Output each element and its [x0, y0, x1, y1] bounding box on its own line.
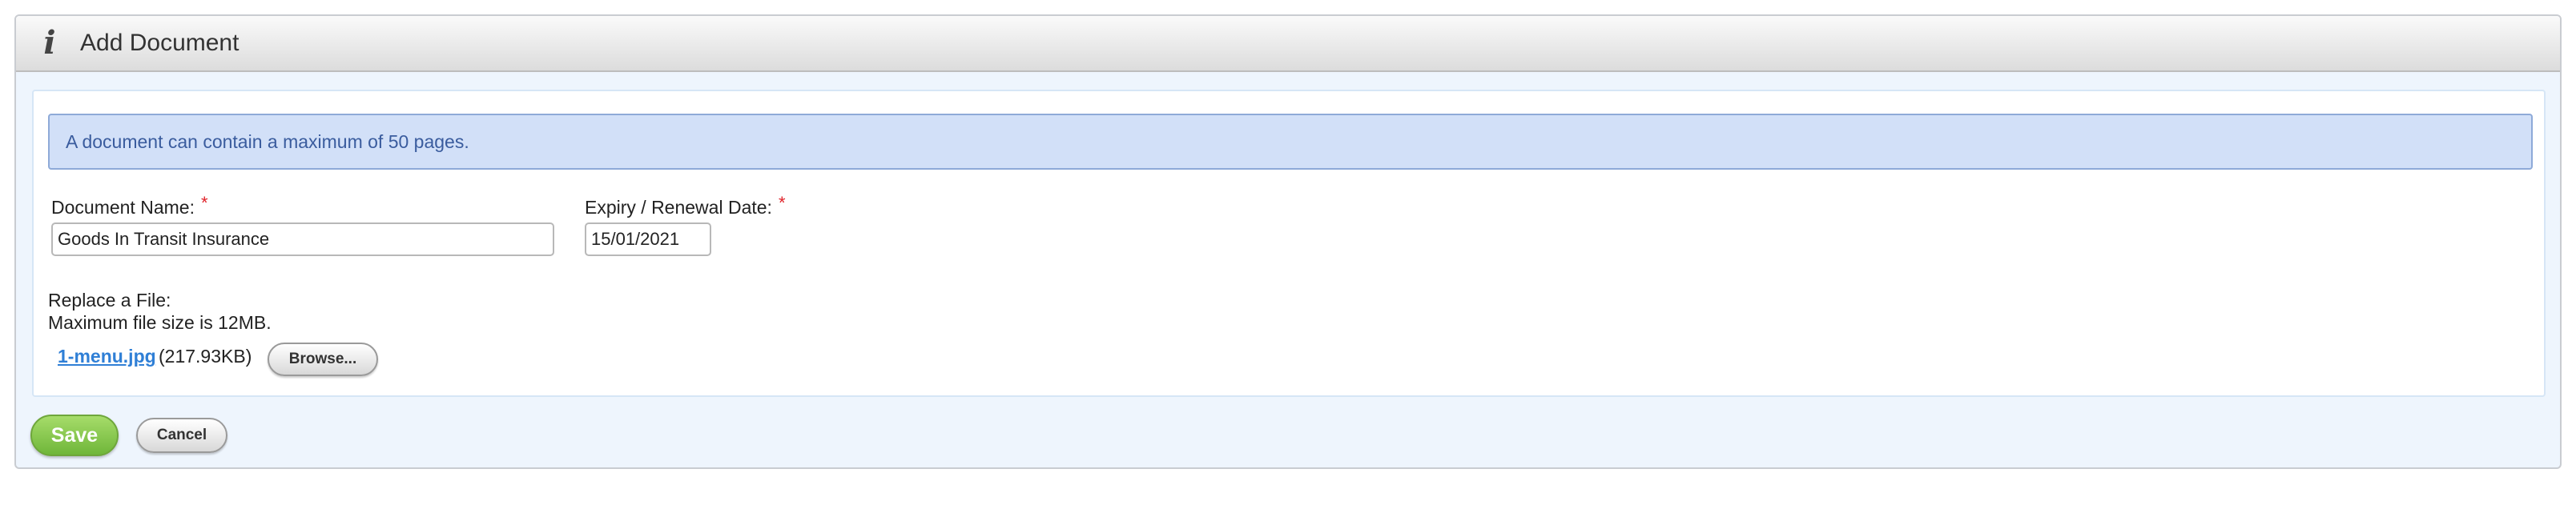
- browse-button[interactable]: Browse...: [268, 343, 378, 376]
- form-container: A document can contain a maximum of 50 p…: [32, 90, 2546, 397]
- max-file-size-text: Maximum file size is 12MB.: [48, 312, 272, 333]
- expiry-date-input[interactable]: [585, 222, 711, 256]
- required-marker: *: [200, 193, 208, 213]
- cancel-button[interactable]: Cancel: [136, 418, 227, 453]
- document-name-label-text: Document Name:: [51, 197, 195, 218]
- expiry-date-label-text: Expiry / Renewal Date:: [585, 197, 772, 218]
- document-name-input[interactable]: [51, 222, 554, 256]
- panel-header: i Add Document: [16, 16, 2560, 72]
- required-marker: *: [778, 193, 786, 213]
- expiry-date-label: Expiry / Renewal Date: *: [585, 193, 786, 218]
- replace-file-label: Replace a File:: [48, 290, 171, 311]
- current-file-size: (217.93KB): [159, 346, 252, 367]
- panel-title: Add Document: [80, 30, 239, 56]
- notice-text: A document can contain a maximum of 50 p…: [66, 130, 469, 152]
- current-file-link[interactable]: 1-menu.jpg: [58, 346, 156, 367]
- info-notice: A document can contain a maximum of 50 p…: [48, 114, 2533, 170]
- save-button[interactable]: Save: [30, 415, 119, 456]
- info-icon: i: [43, 24, 56, 62]
- document-name-label: Document Name: *: [51, 193, 208, 218]
- add-document-panel: i Add Document A document can contain a …: [14, 14, 2562, 469]
